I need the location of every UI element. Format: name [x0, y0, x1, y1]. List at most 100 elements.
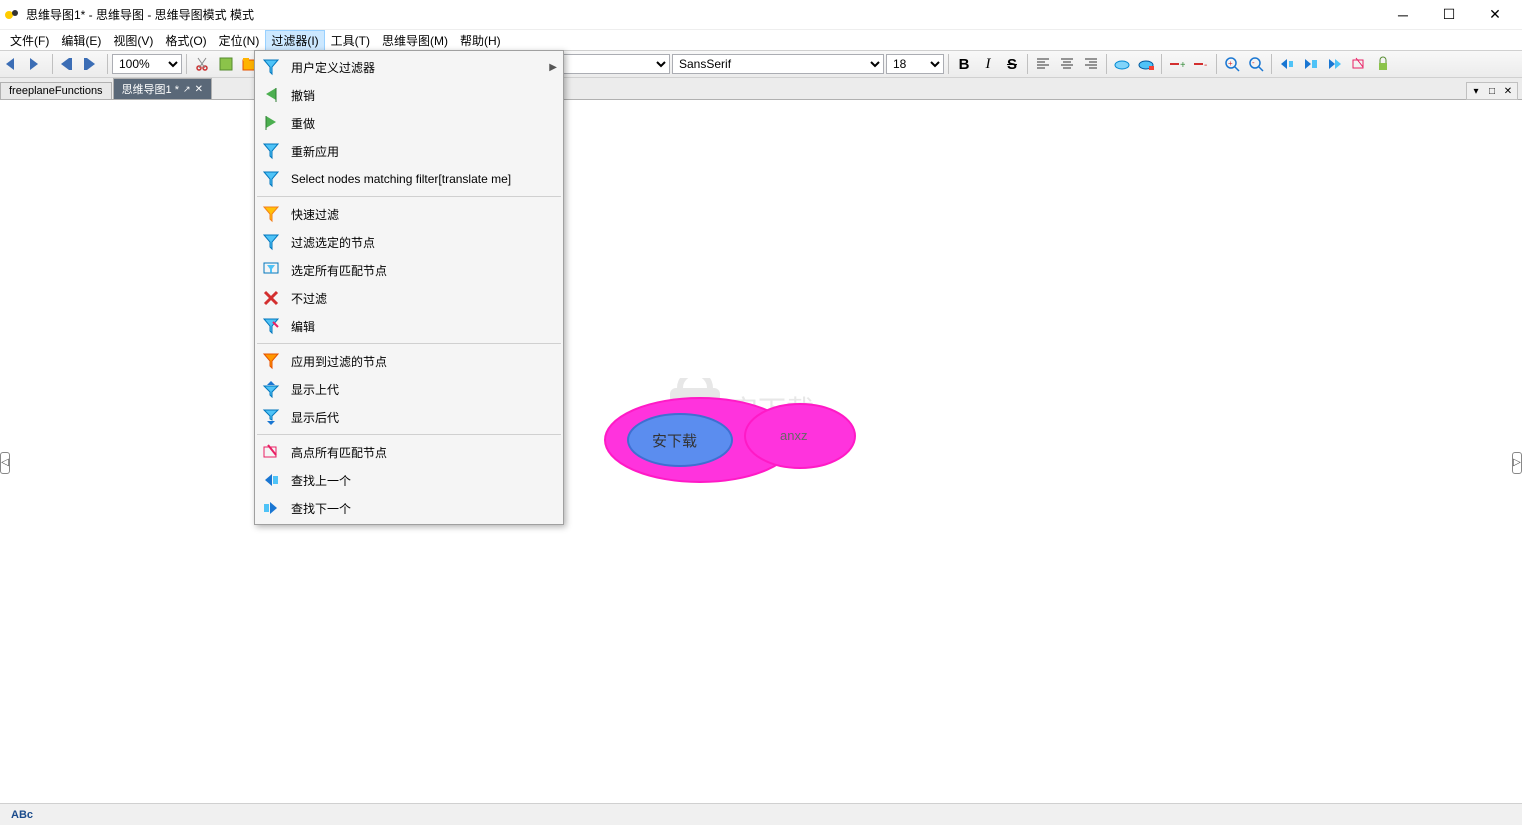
- italic-icon[interactable]: I: [977, 53, 999, 75]
- menu-item-5[interactable]: 过滤器(I): [265, 30, 324, 51]
- filter-menu-item-1-3[interactable]: 不过滤: [255, 284, 563, 312]
- funnel-blue-icon: [261, 57, 281, 77]
- menu-item-label: 查找下一个: [291, 500, 557, 517]
- fontsize-combo[interactable]: 18: [886, 54, 944, 74]
- menu-item-8[interactable]: 帮助(H): [454, 30, 507, 51]
- align-center-icon[interactable]: [1056, 53, 1078, 75]
- filter-menu-item-3-2[interactable]: 查找下一个: [255, 494, 563, 522]
- filter-menu-item-0-1[interactable]: 撤销: [255, 81, 563, 109]
- filter-menu-item-1-2[interactable]: 选定所有匹配节点: [255, 256, 563, 284]
- menu-item-label: 应用到过滤的节点: [291, 353, 557, 370]
- menu-item-1[interactable]: 编辑(E): [55, 30, 107, 51]
- lock-icon[interactable]: [1372, 53, 1394, 75]
- font-combo[interactable]: SansSerif: [672, 54, 884, 74]
- funnel-pencil-icon: [261, 316, 281, 336]
- filter-menu-item-1-0[interactable]: 快速过滤: [255, 200, 563, 228]
- filter-menu-item-2-1[interactable]: 显示上代: [255, 375, 563, 403]
- cloud-color-icon[interactable]: [1135, 53, 1157, 75]
- filter-menu-item-0-3[interactable]: 重新应用: [255, 137, 563, 165]
- funnel-yellow-icon: [261, 204, 281, 224]
- filter-next-icon[interactable]: [1324, 53, 1346, 75]
- funnel-blue-icon: [261, 232, 281, 252]
- menu-item-6[interactable]: 工具(T): [325, 30, 376, 51]
- cut-icon[interactable]: [191, 53, 213, 75]
- filter-prev-icon[interactable]: [1276, 53, 1298, 75]
- window-title: 思维导图1* - 思维导图 - 思维导图模式 模式: [26, 6, 1380, 23]
- menu-item-label: 不过滤: [291, 290, 557, 307]
- menu-item-label: 显示上代: [291, 381, 557, 398]
- node-add-icon[interactable]: +: [1166, 53, 1188, 75]
- zoom-in-icon[interactable]: +: [1221, 53, 1243, 75]
- menu-item-2[interactable]: 视图(V): [107, 30, 159, 51]
- svg-text:-: -: [1204, 60, 1207, 71]
- funnel-blue-icon: [261, 141, 281, 161]
- nav-down-icon[interactable]: [81, 53, 103, 75]
- tab-1[interactable]: 思维导图1 *↗✕: [113, 78, 212, 99]
- menu-item-7[interactable]: 思维导图(M): [376, 30, 454, 51]
- filter-menu-item-0-0[interactable]: 用户定义过滤器▶: [255, 53, 563, 81]
- filter-menu-item-2-0[interactable]: 应用到过滤的节点: [255, 347, 563, 375]
- menu-item-label: 用户定义过滤器: [291, 59, 539, 76]
- svg-text:-: -: [1252, 58, 1255, 67]
- nav-forward-icon[interactable]: [26, 53, 48, 75]
- filter-menu-item-0-2[interactable]: 重做: [255, 109, 563, 137]
- color-icon[interactable]: [215, 53, 237, 75]
- menu-item-label: 重新应用: [291, 143, 557, 160]
- side-handle-left[interactable]: ◁: [0, 452, 10, 474]
- align-left-icon[interactable]: [1032, 53, 1054, 75]
- menu-item-label: 显示后代: [291, 409, 557, 426]
- arrow-next-icon: [261, 498, 281, 518]
- funnel-down-icon: [261, 407, 281, 427]
- menu-item-0[interactable]: 文件(F): [4, 30, 55, 51]
- strip-restore-icon[interactable]: □: [1485, 84, 1499, 98]
- funnel-blue-icon: [261, 169, 281, 189]
- bold-icon[interactable]: B: [953, 53, 975, 75]
- filter-apply-icon[interactable]: [1300, 53, 1322, 75]
- side-handle-right[interactable]: ▷: [1512, 452, 1522, 474]
- canvas[interactable]: ◁ ▷ 安下载 anxz.com 安下载 anxz: [0, 100, 1522, 803]
- filter-menu-item-3-0[interactable]: 高点所有匹配节点: [255, 438, 563, 466]
- tab-close-icon[interactable]: ✕: [195, 84, 203, 95]
- statusbar: ABc: [0, 803, 1522, 825]
- node-remove-icon[interactable]: -: [1190, 53, 1212, 75]
- flag-green-right-icon: [261, 113, 281, 133]
- tab-pin-icon[interactable]: ↗: [183, 84, 191, 95]
- strip-menu-icon[interactable]: ▾: [1469, 84, 1483, 98]
- filter-menu-item-1-1[interactable]: 过滤选定的节点: [255, 228, 563, 256]
- close-button[interactable]: ✕: [1472, 0, 1518, 30]
- status-abc[interactable]: ABc: [4, 808, 40, 822]
- arrow-prev-icon: [261, 470, 281, 490]
- align-right-icon[interactable]: [1080, 53, 1102, 75]
- menu-item-label: 过滤选定的节点: [291, 234, 557, 251]
- strikethrough-icon[interactable]: S: [1001, 53, 1023, 75]
- menubar: 文件(F)编辑(E)视图(V)格式(O)定位(N)过滤器(I)工具(T)思维导图…: [0, 30, 1522, 50]
- strip-close-icon[interactable]: ✕: [1501, 84, 1515, 98]
- funnel-red-x-icon: [261, 288, 281, 308]
- menu-item-3[interactable]: 格式(O): [159, 30, 212, 51]
- highlight-icon[interactable]: [1348, 53, 1370, 75]
- svg-text:+: +: [1228, 59, 1233, 68]
- filter-menu-item-3-1[interactable]: 查找上一个: [255, 466, 563, 494]
- menu-item-label: 重做: [291, 115, 557, 132]
- zoom-out-icon[interactable]: -: [1245, 53, 1267, 75]
- filter-menu-item-1-4[interactable]: 编辑: [255, 312, 563, 340]
- menu-item-label: 选定所有匹配节点: [291, 262, 557, 279]
- mindmap-root[interactable]: 安下载 anxz: [600, 390, 860, 493]
- svg-text:安下载: 安下载: [652, 433, 697, 450]
- menu-item-label: 编辑: [291, 318, 557, 335]
- zoom-combo[interactable]: 100%: [112, 54, 182, 74]
- filter-menu-item-2-2[interactable]: 显示后代: [255, 403, 563, 431]
- maximize-button[interactable]: ☐: [1426, 0, 1472, 30]
- nav-back-icon[interactable]: [2, 53, 24, 75]
- flag-green-left-icon: [261, 85, 281, 105]
- menu-item-4[interactable]: 定位(N): [213, 30, 266, 51]
- filter-menu-item-0-4[interactable]: Select nodes matching filter[translate m…: [255, 165, 563, 193]
- tab-0[interactable]: freeplaneFunctions: [0, 82, 112, 99]
- minimize-button[interactable]: ─: [1380, 0, 1426, 30]
- funnel-up-icon: [261, 379, 281, 399]
- menu-item-label: 查找上一个: [291, 472, 557, 489]
- nav-up-icon[interactable]: [57, 53, 79, 75]
- highlight-icon: [261, 442, 281, 462]
- cloud-icon[interactable]: [1111, 53, 1133, 75]
- app-icon: [4, 7, 20, 23]
